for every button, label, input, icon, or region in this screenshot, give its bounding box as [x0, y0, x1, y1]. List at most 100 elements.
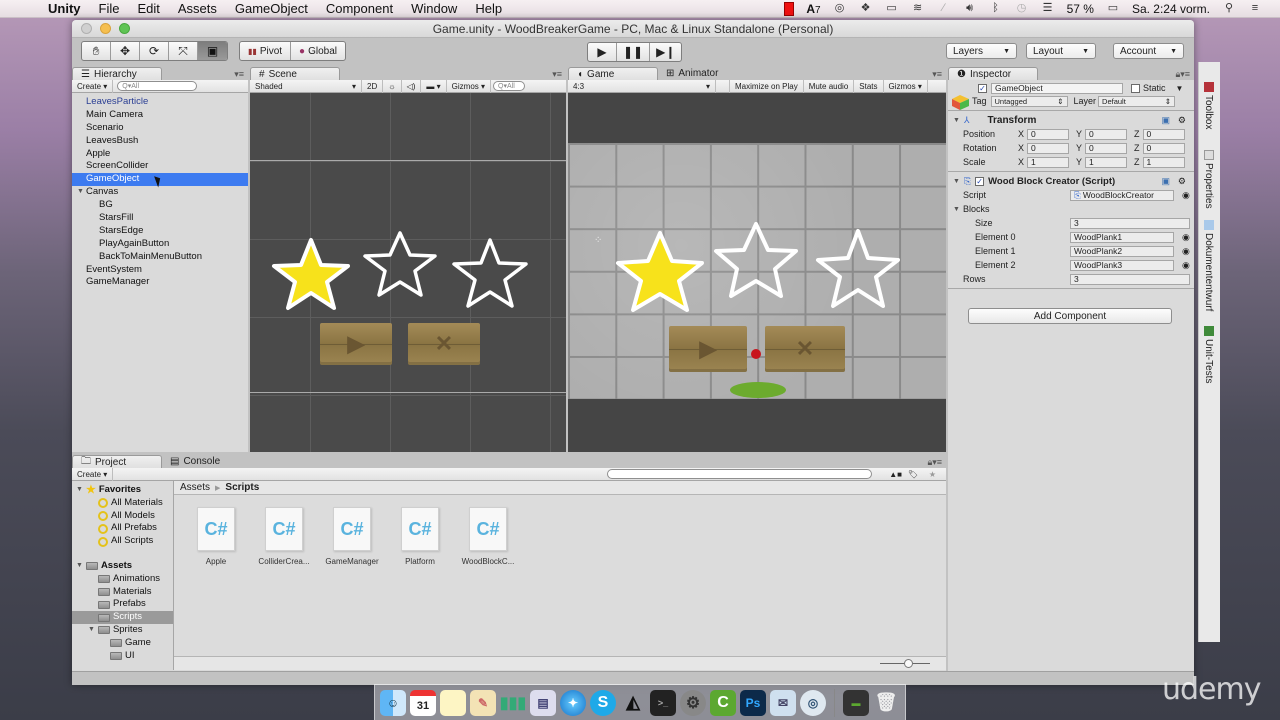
hierarchy-item[interactable]: LeavesBush [72, 135, 248, 148]
camtasia-recorder-icon[interactable]: ▬ [843, 689, 869, 716]
rotation-y-input[interactable]: 0 [1085, 142, 1128, 154]
asset-file[interactable]: C# Apple [181, 507, 251, 566]
volume-icon[interactable]: 🔊︎ [963, 2, 977, 15]
position-z-input[interactable]: 0 [1142, 128, 1185, 140]
folder-item[interactable]: Animations [72, 573, 173, 586]
tab-animator[interactable]: ⊞ Animator [658, 67, 727, 80]
foldout-triangle-icon[interactable]: ▼ [953, 117, 960, 124]
layer-dropdown[interactable]: Default ⇕ [1098, 95, 1176, 107]
assets-header[interactable]: ▼ Assets [72, 560, 173, 573]
hierarchy-item[interactable]: BG [72, 199, 248, 212]
step-button[interactable]: ▶❙ [650, 43, 681, 61]
add-component-button[interactable]: Add Component [968, 308, 1172, 324]
folder-item-selected[interactable]: Scripts [72, 611, 173, 624]
back-to-menu-plank[interactable]: ✕ [408, 323, 480, 365]
pause-button[interactable]: ❚❚ [617, 43, 651, 61]
scale-z-input[interactable]: 1 [1142, 156, 1185, 168]
scene-audio-icon[interactable]: ◁) [402, 79, 422, 93]
hierarchy-item[interactable]: ▼ Canvas [72, 186, 248, 199]
slider-knob[interactable] [904, 659, 913, 668]
window-zoom-button[interactable] [119, 23, 130, 34]
layout-dropdown[interactable]: Layout ▼ [1026, 43, 1096, 59]
unity-icon[interactable]: ◭ [620, 690, 646, 716]
hierarchy-item[interactable]: Main Camera [72, 109, 248, 122]
foldout-triangle-icon[interactable]: ▼ [953, 206, 960, 213]
clock[interactable]: Sa. 2:24 vorm. [1132, 2, 1210, 16]
menu-help[interactable]: Help [466, 1, 511, 16]
favorite-item[interactable]: All Models [72, 510, 173, 523]
notification-center-icon[interactable]: ≡ [1248, 2, 1262, 15]
hierarchy-item[interactable]: BackToMainMenuButton [72, 251, 248, 264]
asset-file[interactable]: C# ColliderCrea... [249, 507, 319, 566]
hierarchy-create-button[interactable]: Create ▾ [72, 79, 114, 93]
scene-search-input[interactable]: Q▾All [493, 81, 526, 91]
bluetooth-icon[interactable]: ᛒ [989, 2, 1003, 15]
menu-gameobject[interactable]: GameObject [226, 1, 317, 16]
numbers-icon[interactable]: ▮▮▮ [500, 690, 526, 716]
object-picker-icon[interactable]: ◉ [1182, 190, 1190, 201]
hierarchy-item[interactable]: Scenario [72, 122, 248, 135]
time-machine-icon[interactable]: ◷ [1015, 2, 1029, 15]
trash-icon[interactable]: 🗑︎ [873, 690, 899, 716]
position-y-input[interactable]: 0 [1085, 128, 1128, 140]
back-to-menu-plank[interactable]: ✕ [765, 326, 845, 372]
help-icon[interactable]: ▣ [1161, 115, 1170, 126]
side-tab-properties[interactable]: Properties [1203, 150, 1214, 209]
hierarchy-item[interactable]: PlayAgainButton [72, 238, 248, 251]
object-picker-icon[interactable]: ◉ [1182, 232, 1190, 243]
panel-menu-icon[interactable]: ▾≡ [234, 69, 244, 80]
tab-project[interactable]: 🗀︎ Project [72, 455, 162, 468]
notes-icon[interactable] [440, 689, 466, 716]
icon-size-slider[interactable] [880, 659, 930, 668]
favorite-item[interactable]: All Prefabs [72, 522, 173, 535]
play-again-plank[interactable]: ▶ [320, 323, 392, 365]
folder-item[interactable]: ▼ Sprites [72, 624, 173, 637]
folder-item[interactable]: Game [72, 637, 173, 650]
panel-menu-icon[interactable]: ▾≡ [552, 69, 562, 80]
adobe-icon[interactable]: A7 [806, 2, 820, 16]
help-icon[interactable]: ▣ [1161, 176, 1170, 187]
expand-triangle-icon[interactable]: ▼ [76, 560, 83, 573]
panel-menu-icon[interactable]: ▾≡ [932, 69, 942, 80]
mute-audio-toggle[interactable]: Mute audio [804, 79, 855, 93]
tag-dropdown[interactable]: Untagged ⇕ [990, 95, 1068, 107]
game-view[interactable]: ⁘ ▶ ✕ [568, 93, 946, 452]
rect-tool-button[interactable]: ▣ [198, 42, 227, 60]
side-tab-unit-tests[interactable]: Unit-Tests [1203, 326, 1214, 383]
folder-item[interactable]: UI [72, 650, 173, 663]
hierarchy-item[interactable]: StarsFill [72, 212, 248, 225]
tab-console[interactable]: ▤ Console [162, 455, 229, 468]
menu-component[interactable]: Component [317, 1, 402, 16]
hierarchy-item[interactable]: ScreenCollider [72, 160, 248, 173]
scene-lighting-icon[interactable]: ☼ [383, 79, 402, 93]
wifi-icon[interactable]: ≋ [911, 2, 925, 15]
tab-scene[interactable]: # Scene [250, 67, 340, 80]
project-search-input[interactable] [607, 469, 872, 479]
pivot-toggle[interactable]: ▮▮ Pivot [240, 42, 292, 60]
pages-icon[interactable]: ✎ [470, 689, 496, 716]
expand-triangle-icon[interactable]: ▼ [88, 624, 95, 637]
scale-y-input[interactable]: 1 [1085, 156, 1128, 168]
global-toggle[interactable]: ● Global [291, 42, 345, 60]
shading-mode-dropdown[interactable]: Shaded ▾ [250, 79, 362, 93]
window-close-button[interactable] [81, 23, 92, 34]
lock-menu-icon[interactable]: 🔒︎▾≡ [927, 457, 942, 468]
filter-by-label-icon[interactable]: 🏷︎ [908, 470, 918, 479]
hierarchy-item[interactable]: StarsEdge [72, 225, 248, 238]
play-button[interactable]: ▶ [588, 43, 617, 61]
scale-tool-button[interactable]: ⤧ [169, 42, 198, 60]
static-checkbox[interactable] [1131, 83, 1140, 93]
menu-assets[interactable]: Assets [169, 1, 226, 16]
safari-icon[interactable]: ✦ [560, 689, 586, 716]
hierarchy-item-selected[interactable]: GameObject [72, 173, 248, 188]
favorite-star-icon[interactable]: ★ [929, 470, 936, 479]
rotate-tool-button[interactable]: ⟳ [140, 42, 169, 60]
window-minimize-button[interactable] [100, 23, 111, 34]
menu-window[interactable]: Window [402, 1, 466, 16]
active-checkbox[interactable]: ✓ [978, 83, 987, 93]
skype-icon[interactable]: S [590, 689, 616, 716]
favorites-header[interactable]: ▼ ★ Favorites [72, 484, 173, 497]
side-tab-dokumententwurf[interactable]: Dokumententwurf [1203, 220, 1214, 311]
rotation-z-input[interactable]: 0 [1142, 142, 1185, 154]
hierarchy-item[interactable]: Apple [72, 148, 248, 161]
